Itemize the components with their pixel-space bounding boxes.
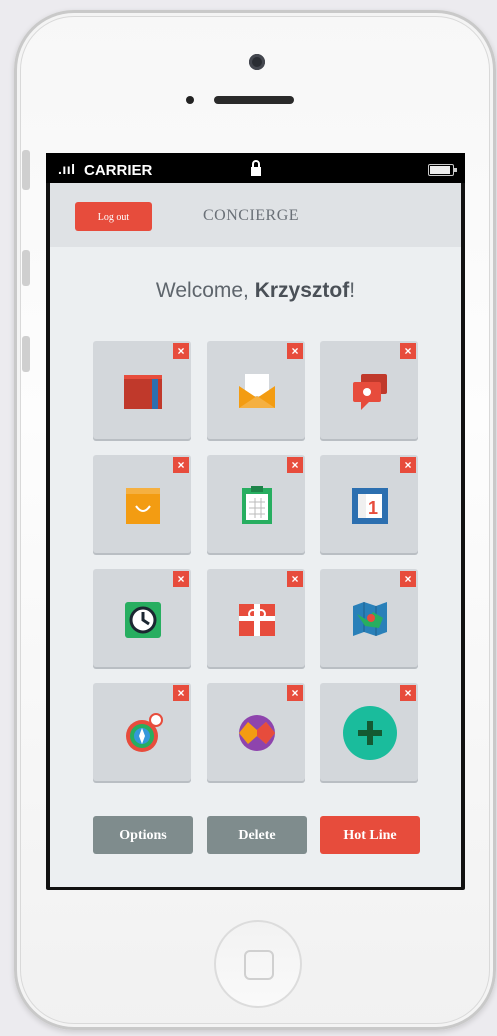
gift-icon [239, 604, 275, 636]
remove-icon[interactable]: × [400, 343, 416, 359]
map-icon [353, 602, 387, 636]
options-button[interactable]: Options [93, 816, 193, 854]
logout-button[interactable]: Log out [75, 202, 152, 231]
tile-book[interactable]: × [93, 341, 191, 439]
mail-icon [239, 374, 275, 408]
nav-bar: Log out CONCIERGE [50, 183, 461, 247]
tile-globe[interactable]: × [207, 683, 305, 781]
chat-bird-icon [353, 374, 387, 410]
delete-button[interactable]: Delete [207, 816, 307, 854]
remove-icon[interactable]: × [287, 685, 303, 701]
status-bar: .ııl CARRIER [46, 153, 465, 183]
clipboard-icon [242, 486, 272, 524]
home-button[interactable] [214, 920, 302, 1008]
earpiece-speaker [214, 96, 294, 104]
remove-icon[interactable]: × [287, 343, 303, 359]
remove-icon[interactable]: × [173, 457, 189, 473]
compass-icon [126, 713, 163, 752]
app-title: CONCIERGE [203, 207, 300, 224]
volume-up-button [22, 250, 30, 286]
battery-icon [428, 164, 457, 176]
tile-clock[interactable]: × [93, 569, 191, 667]
tile-shopping[interactable]: × [93, 455, 191, 553]
proximity-sensor [186, 96, 194, 104]
add-icon [343, 706, 397, 760]
welcome-message: Welcome, Krzysztof! [50, 279, 461, 303]
volume-down-button [22, 336, 30, 372]
welcome-suffix: ! [349, 279, 356, 302]
remove-icon[interactable]: × [400, 685, 416, 701]
user-name: Krzysztof [254, 279, 350, 302]
remove-icon[interactable]: × [173, 571, 189, 587]
remove-icon[interactable]: × [287, 571, 303, 587]
book-icon [124, 375, 162, 409]
front-camera [249, 54, 265, 70]
tile-clipboard[interactable]: × [207, 455, 305, 553]
tile-map[interactable]: × [320, 569, 418, 667]
calendar-icon: 1 [352, 488, 388, 524]
tile-chat[interactable]: × [320, 341, 418, 439]
remove-icon[interactable]: × [173, 685, 189, 701]
clock-icon [125, 602, 161, 638]
remove-icon[interactable]: × [173, 343, 189, 359]
home-square-icon [244, 950, 274, 980]
shopping-bag-icon [126, 488, 160, 524]
tile-calendar[interactable]: × 1 [320, 455, 418, 553]
tile-gift[interactable]: × [207, 569, 305, 667]
signal-icon: .ııl [58, 161, 76, 177]
remove-icon[interactable]: × [287, 457, 303, 473]
remove-icon[interactable]: × [400, 457, 416, 473]
app-view: Log out CONCIERGE Welcome, Krzysztof! × … [50, 183, 461, 887]
carrier-label: CARRIER [84, 162, 153, 179]
tile-compass[interactable]: × [93, 683, 191, 781]
globe-icon [239, 715, 275, 751]
welcome-prefix: Welcome, [155, 279, 255, 302]
mute-switch [22, 150, 30, 190]
lock-icon [251, 160, 261, 176]
calendar-day: 1 [368, 498, 378, 518]
remove-icon[interactable]: × [400, 571, 416, 587]
tile-mail[interactable]: × [207, 341, 305, 439]
screen: .ııl CARRIER Log out CONCIERGE Welcome, … [46, 153, 465, 890]
hotline-button[interactable]: Hot Line [320, 816, 420, 854]
tile-add[interactable]: × [320, 683, 418, 781]
